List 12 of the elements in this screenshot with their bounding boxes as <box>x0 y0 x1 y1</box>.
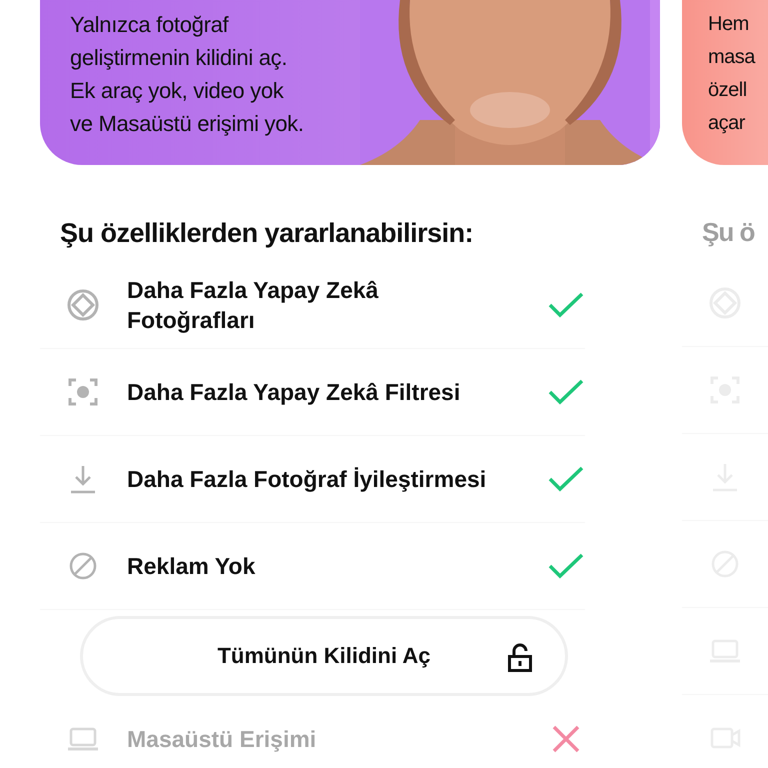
plan-description: Yalnızca fotoğraf geliştirmenin kilidini aç. Ek araç yok, video yok ve Masaüstü erişimi yok. <box>69 11 305 138</box>
features-heading: Şu özelliklerden yararlanabilirsin: <box>60 217 474 250</box>
feature-label: Masaüstü Erişimi <box>127 724 318 754</box>
features-heading: Şu ö <box>702 216 756 249</box>
unlocked-padlock-icon <box>507 642 533 672</box>
feature-label: Reklam Yok <box>127 552 256 580</box>
plan-description: Hem masa özell açar <box>707 12 756 136</box>
orbit-icon <box>66 288 100 322</box>
unlock-all-button[interactable]: Tümünün Kilidini Aç <box>80 616 568 696</box>
feature-label: Daha Fazla Yapay Zekâ Filtresi <box>127 378 462 406</box>
feature-label: Daha Fazla Fotoğraf İyileştirmesi <box>127 464 488 494</box>
feature-label: Daha Fazla Yapay Zekâ Fotoğrafları <box>127 276 380 334</box>
